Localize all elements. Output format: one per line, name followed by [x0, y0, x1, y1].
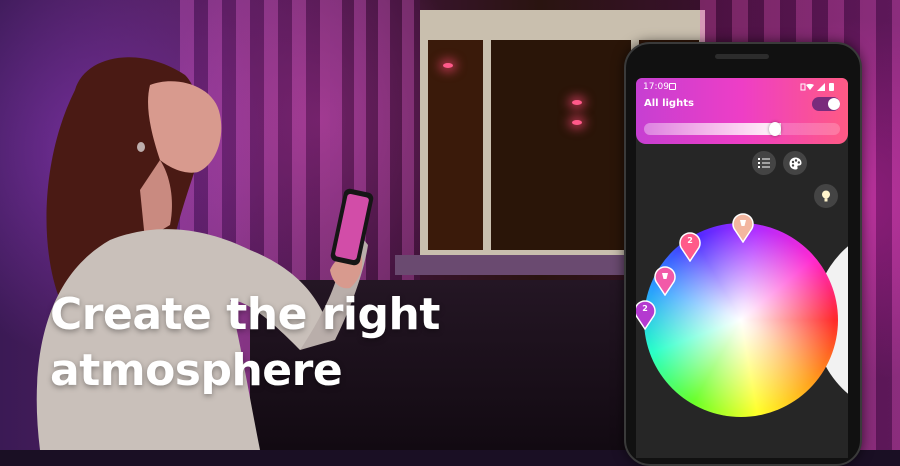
window-pane — [491, 40, 631, 250]
headline: Create the right atmosphere — [50, 287, 440, 399]
wifi-icon — [806, 83, 814, 90]
phone-speaker — [715, 54, 769, 59]
color-pin-count: 2 — [687, 236, 693, 245]
color-wheel[interactable] — [644, 223, 838, 417]
light-group-toggle[interactable] — [812, 97, 840, 111]
brightness-slider-thumb[interactable] — [769, 122, 781, 136]
color-pin-group[interactable]: 2 — [679, 232, 701, 263]
color-pin-count: 2 — [642, 304, 648, 313]
status-bar: 17:09 — [636, 78, 848, 96]
palette-button[interactable] — [783, 151, 807, 175]
headline-line-2: atmosphere — [50, 345, 343, 396]
white-bulb-icon — [822, 190, 830, 202]
palette-icon — [789, 157, 801, 169]
notification-icon — [669, 83, 676, 90]
status-time: 17:09 — [643, 82, 669, 92]
ceiling-light — [572, 120, 582, 125]
list-icon — [758, 158, 770, 168]
status-icons — [800, 83, 834, 91]
signal-icon — [817, 83, 825, 91]
list-view-button[interactable] — [752, 151, 776, 175]
color-pin-lamp[interactable] — [654, 266, 676, 297]
ceiling-light — [572, 100, 582, 105]
headline-line-1: Create the right — [50, 289, 440, 340]
map-pin-shape — [732, 213, 754, 244]
vibrate-icon — [800, 83, 806, 91]
color-pin-lamp[interactable] — [732, 213, 754, 244]
light-group-label: All lights — [644, 98, 694, 109]
brightness-slider[interactable] — [644, 122, 840, 136]
toggle-knob — [828, 98, 840, 110]
battery-icon — [829, 83, 834, 91]
map-pin-shape — [654, 266, 676, 297]
color-pin-group[interactable]: 2 — [636, 300, 656, 331]
white-light-button[interactable] — [814, 184, 838, 208]
app-screen: 17:09 All lights 2 2 — [636, 78, 848, 458]
